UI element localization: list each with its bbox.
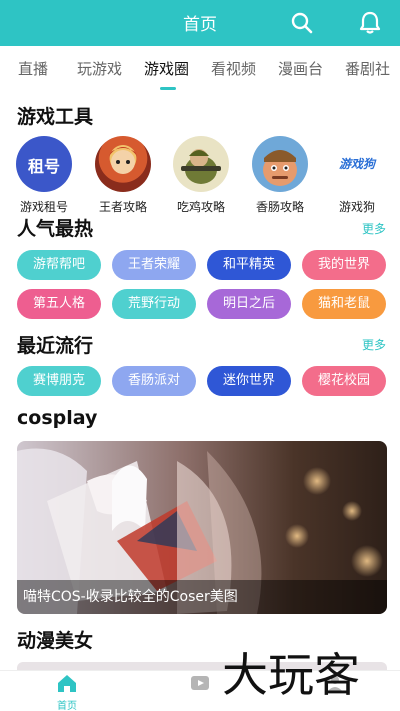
- youxigou-logo: 游戏狗: [329, 136, 385, 192]
- tag-pill[interactable]: 樱花校园: [302, 366, 386, 396]
- nav-video[interactable]: [170, 673, 230, 697]
- tool-label: 游戏租号: [19, 200, 68, 214]
- tag-pill[interactable]: 香肠派对: [112, 366, 196, 396]
- tag-pill[interactable]: 游帮帮吧: [17, 250, 101, 280]
- page-title: 首页: [183, 15, 217, 35]
- category-tabs: 直播 玩游戏 游戏圈 看视频 漫画台 番剧社: [0, 50, 400, 94]
- section-title-recent: 最近流行: [17, 335, 94, 357]
- rent-account-logo: 租号: [16, 136, 72, 192]
- tab-live[interactable]: 直播: [18, 58, 48, 79]
- soldier-avatar: [173, 136, 229, 192]
- tag-pill[interactable]: 和平精英: [207, 250, 291, 280]
- tool-king-guide[interactable]: 王者攻略: [90, 136, 156, 215]
- tool-label: 香肠攻略: [255, 200, 304, 214]
- watermark-text: 大玩客: [222, 648, 360, 702]
- tag-pill[interactable]: 明日之后: [207, 289, 291, 319]
- rent-account-logo-text: 租号: [27, 157, 60, 176]
- top-app-bar: 首页: [0, 0, 400, 46]
- bell-icon[interactable]: [357, 10, 383, 36]
- cosplay-caption: 喵特COS-收录比较全的Coser美图: [17, 580, 387, 614]
- recent-more-link[interactable]: 更多: [362, 336, 386, 353]
- nav-home[interactable]: 首页: [37, 673, 97, 711]
- tag-pill[interactable]: 王者荣耀: [112, 250, 196, 280]
- tab-play-games[interactable]: 玩游戏: [77, 58, 122, 79]
- sausage-man-avatar: [252, 136, 308, 192]
- tag-pill[interactable]: 迷你世界: [207, 366, 291, 396]
- active-tab-indicator: [160, 87, 176, 90]
- nav-home-label: 首页: [57, 701, 77, 711]
- youxigou-logo-text: 游戏狗: [338, 157, 375, 171]
- tab-comics[interactable]: 漫画台: [278, 58, 323, 79]
- tag-pill[interactable]: 我的世界: [302, 250, 386, 280]
- tool-pubg-guide[interactable]: 吃鸡攻略: [168, 136, 234, 215]
- tab-watch-video[interactable]: 看视频: [211, 58, 256, 79]
- section-title-popular: 人气最热: [17, 218, 94, 240]
- search-icon[interactable]: [289, 10, 315, 36]
- tool-label: 游戏狗: [338, 200, 375, 214]
- tool-sausage-guide[interactable]: 香肠攻略: [247, 136, 313, 215]
- tab-anime-club[interactable]: 番剧社: [345, 58, 390, 79]
- hero-avatar: [95, 136, 151, 192]
- popular-more-link[interactable]: 更多: [362, 220, 386, 237]
- section-title-cosplay: cosplay: [17, 407, 98, 429]
- tag-pill[interactable]: 赛博朋克: [17, 366, 101, 396]
- tool-label: 吃鸡攻略: [176, 200, 225, 214]
- tag-pill[interactable]: 猫和老鼠: [302, 289, 386, 319]
- home-icon: [58, 675, 76, 692]
- cosplay-banner[interactable]: 喵特COS-收录比较全的Coser美图: [17, 441, 387, 614]
- tool-rent-account[interactable]: 租号 游戏租号: [11, 136, 77, 215]
- section-title-anime: 动漫美女: [17, 630, 94, 652]
- video-icon: [191, 676, 209, 690]
- tool-label: 王者攻略: [98, 200, 147, 214]
- section-title-tools: 游戏工具: [17, 106, 94, 128]
- tool-youxigou[interactable]: 游戏狗 游戏狗: [324, 136, 390, 215]
- tag-pill[interactable]: 荒野行动: [112, 289, 196, 319]
- tag-pill[interactable]: 第五人格: [17, 289, 101, 319]
- tab-game-circle[interactable]: 游戏圈: [144, 58, 189, 79]
